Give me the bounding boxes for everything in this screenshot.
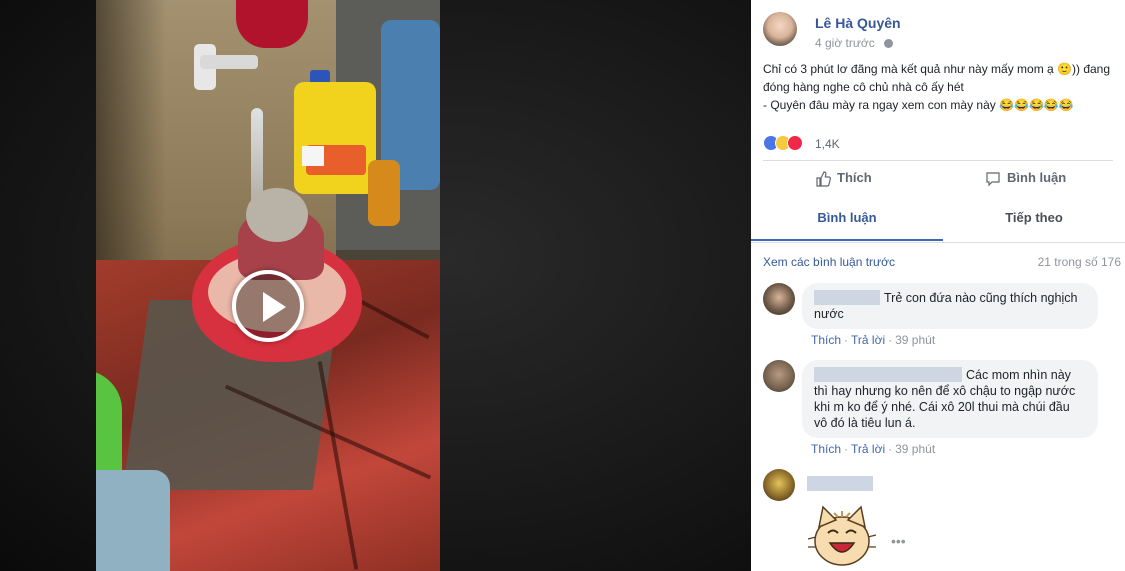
comment-time[interactable]: 39 phút bbox=[895, 442, 935, 456]
tab-next[interactable]: Tiếp theo bbox=[943, 210, 1125, 242]
post-text-line: - Quyên đâu mày ra ngay xem con mày này … bbox=[763, 98, 1074, 112]
like-button[interactable]: Thích bbox=[815, 170, 872, 194]
post-panel: Lê Hà Quyên 4 giờ trước Chỉ có 3 phút lơ… bbox=[751, 0, 1125, 571]
reactions-summary[interactable]: 1,4K bbox=[763, 134, 1113, 152]
like-label: Thích bbox=[837, 170, 872, 185]
commenter-avatar[interactable] bbox=[763, 469, 795, 501]
commenter-name-blurred[interactable] bbox=[814, 367, 962, 382]
comment-reply-link[interactable]: Trả lời bbox=[851, 333, 885, 347]
tab-next-label: Tiếp theo bbox=[1005, 210, 1063, 225]
comments-list: Xem các bình luận trước 21 trong số 176 … bbox=[751, 242, 1125, 571]
media-viewer bbox=[0, 0, 751, 571]
comment-button[interactable]: Bình luận bbox=[985, 170, 1066, 194]
author-name[interactable]: Lê Hà Quyên bbox=[815, 15, 901, 31]
thumbs-up-icon bbox=[816, 170, 831, 187]
comment-actions: Thích · Trả lời · 39 phút bbox=[811, 442, 936, 456]
post-text: Chỉ có 3 phút lơ đãng mà kết quả như này… bbox=[763, 60, 1113, 114]
post-header: Lê Hà Quyên 4 giờ trước bbox=[763, 12, 1113, 52]
commenter-name-blurred[interactable] bbox=[814, 290, 880, 305]
comment-like-link[interactable]: Thích bbox=[811, 333, 841, 347]
divider bbox=[763, 160, 1113, 161]
privacy-globe-icon[interactable] bbox=[884, 39, 893, 48]
commenter-avatar[interactable] bbox=[763, 283, 795, 315]
laughing-cat-sticker bbox=[807, 505, 877, 566]
play-icon bbox=[263, 292, 286, 322]
comment-reply-link[interactable]: Trả lời bbox=[851, 442, 885, 456]
reaction-count[interactable]: 1,4K bbox=[815, 137, 840, 151]
tab-comments[interactable]: Bình luận bbox=[751, 210, 943, 242]
post-text-line: đóng hàng nghe cô chủ nhà cô ấy hét bbox=[763, 80, 964, 94]
comment-time[interactable]: 39 phút bbox=[895, 333, 935, 347]
comment-count: 21 trong số 176 bbox=[1037, 255, 1121, 269]
comment-actions: Thích · Trả lời · 39 phút bbox=[811, 333, 936, 347]
comment-bubble: Các mom nhìn này thì hay nhưng ko nên để… bbox=[802, 360, 1098, 438]
commenter-avatar[interactable] bbox=[763, 360, 795, 392]
view-previous-comments-link[interactable]: Xem các bình luận trước bbox=[763, 255, 895, 269]
tab-comments-label: Bình luận bbox=[817, 210, 877, 225]
comment-bubble: Trẻ con đứa nào cũng thích nghịch nước bbox=[802, 283, 1098, 329]
post-timestamp[interactable]: 4 giờ trước bbox=[815, 36, 875, 50]
comment-bubble-icon bbox=[986, 171, 1000, 187]
more-options-icon[interactable]: ••• bbox=[891, 533, 906, 549]
active-tab-indicator bbox=[751, 239, 943, 241]
commenter-name-blurred[interactable] bbox=[807, 476, 873, 491]
post-text-line: Chỉ có 3 phút lơ đãng mà kết quả như này… bbox=[763, 62, 1111, 76]
love-reaction-icon bbox=[787, 135, 803, 151]
comment-like-link[interactable]: Thích bbox=[811, 442, 841, 456]
play-button[interactable] bbox=[232, 270, 304, 342]
comment-label: Bình luận bbox=[1007, 170, 1067, 185]
author-avatar[interactable] bbox=[763, 12, 797, 46]
